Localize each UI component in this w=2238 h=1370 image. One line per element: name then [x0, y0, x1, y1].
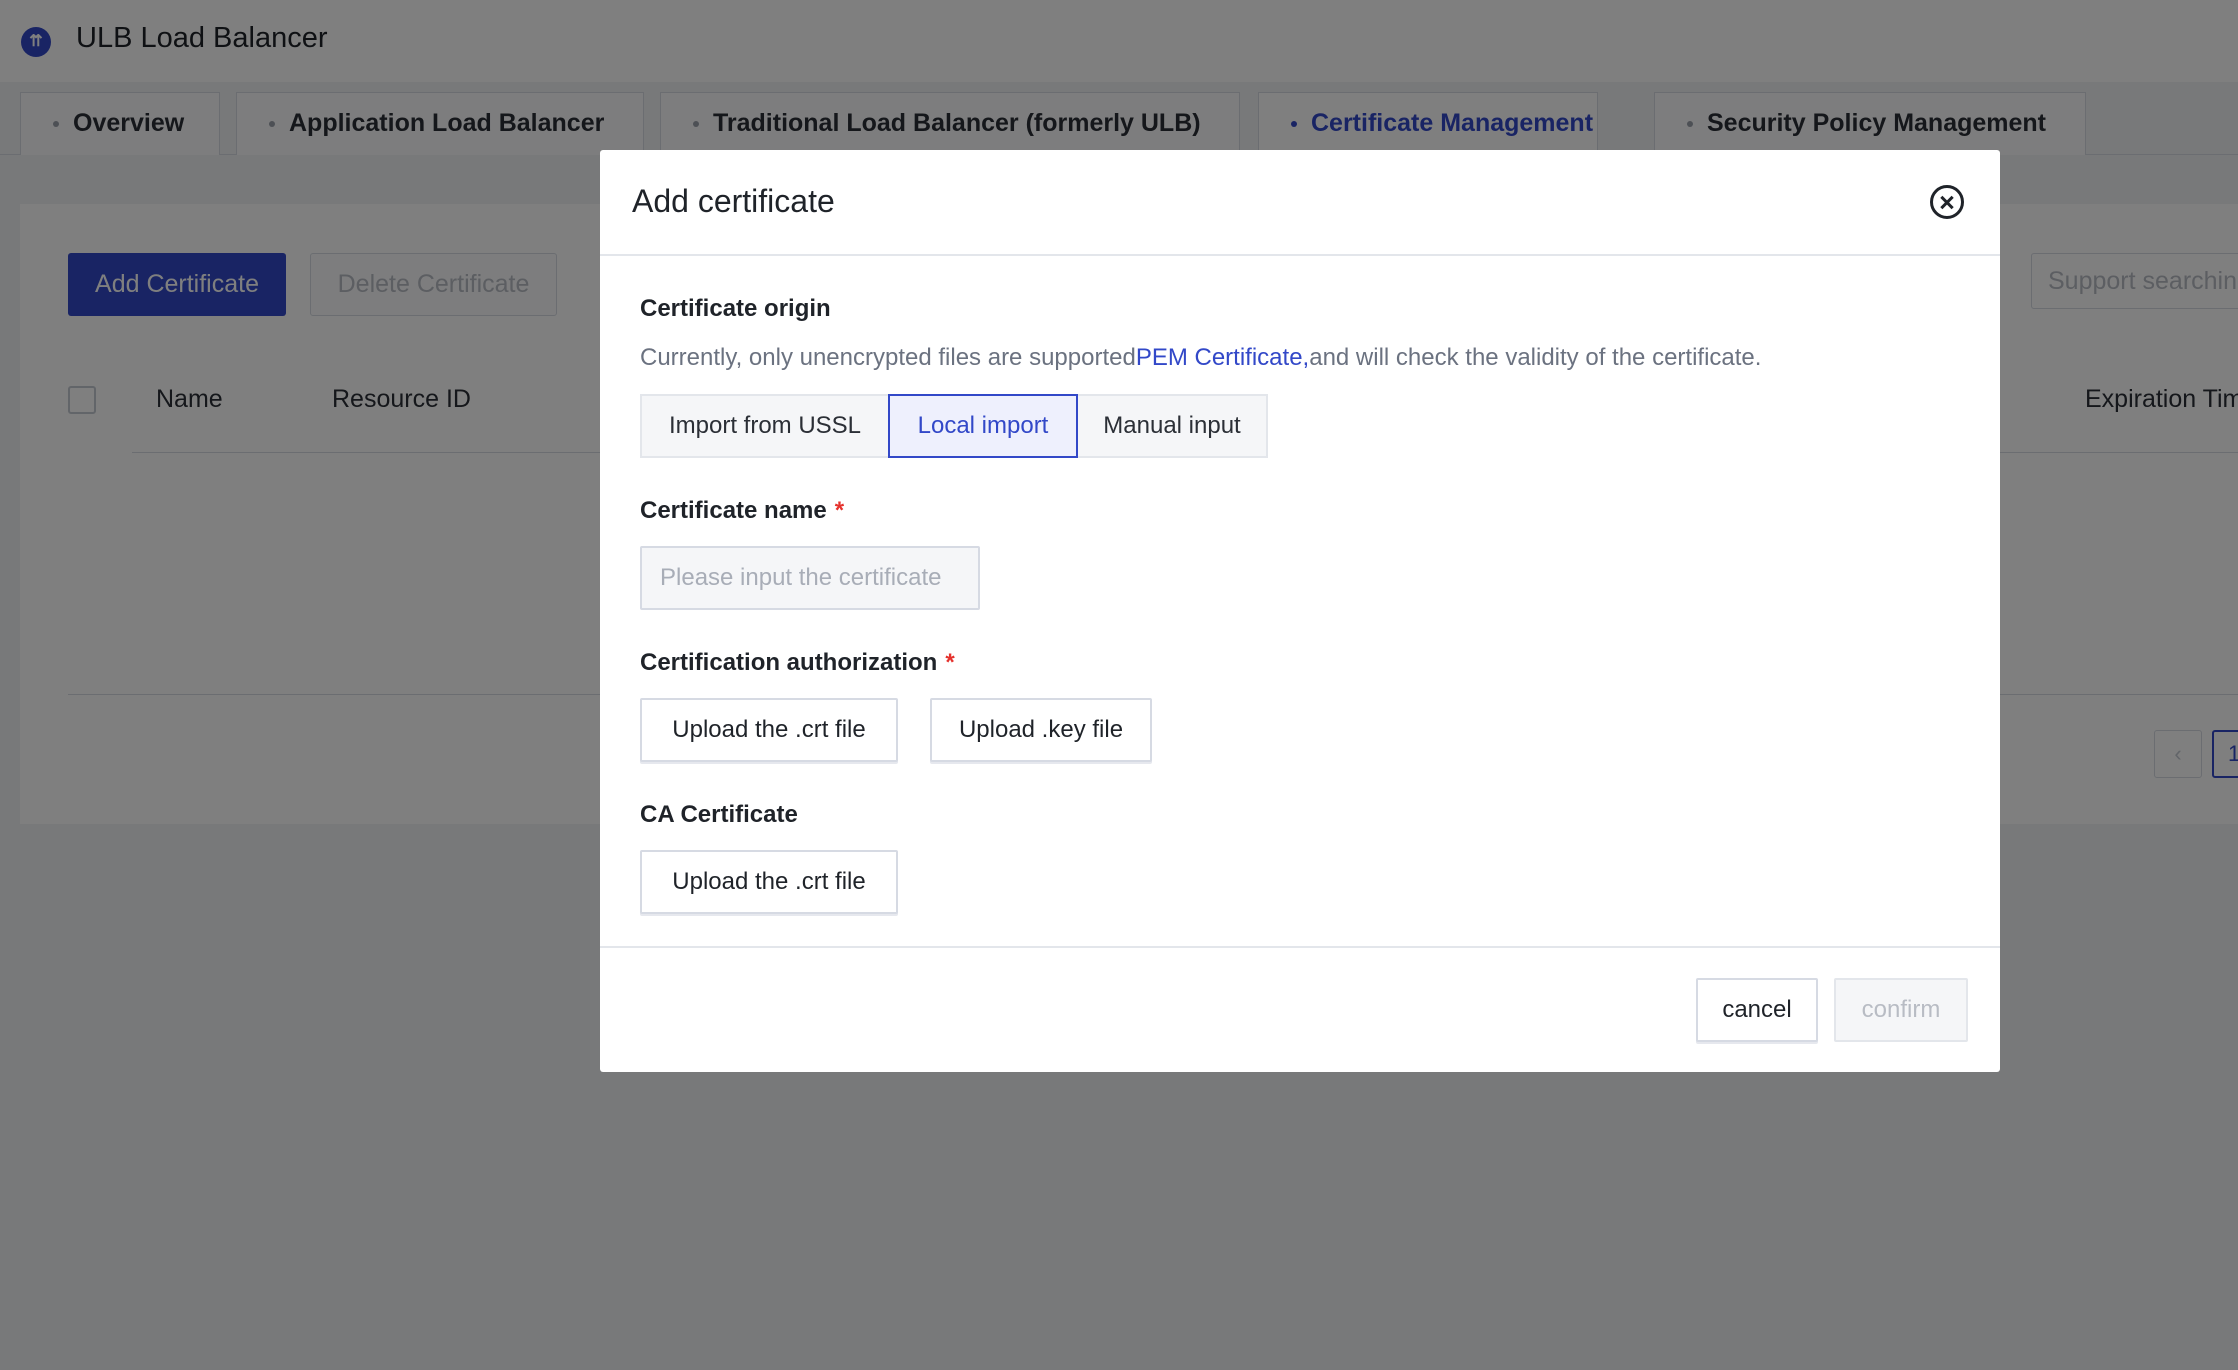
dialog-title: Add certificate	[632, 183, 835, 219]
certification-authorization-label: Certification authorization *	[640, 649, 955, 677]
certificate-origin-label: Certificate origin	[640, 295, 831, 322]
certificate-name-label: Certificate name *	[640, 497, 844, 525]
add-certificate-dialog: Add certificate Certificate origin Curre…	[600, 150, 2000, 1072]
origin-option-local-import[interactable]: Local import	[888, 394, 1078, 458]
dialog-header-divider	[600, 254, 2000, 256]
close-icon[interactable]	[1930, 185, 1964, 219]
certificate-name-label-text: Certificate name	[640, 497, 827, 524]
help-text-suffix: and will check the validity of the certi…	[1309, 344, 1762, 371]
required-mark: *	[945, 649, 955, 676]
confirm-button[interactable]: confirm	[1834, 978, 1968, 1042]
certificate-origin-help: Currently, only unencrypted files are su…	[640, 344, 1761, 372]
certification-authorization-label-text: Certification authorization	[640, 649, 938, 676]
required-mark: *	[834, 497, 845, 524]
upload-key-button[interactable]: Upload .key file	[930, 698, 1152, 762]
origin-option-import-from-ussl[interactable]: Import from USSL	[640, 394, 890, 458]
origin-option-manual-input[interactable]: Manual input	[1076, 394, 1268, 458]
ca-certificate-label: CA Certificate	[640, 801, 798, 828]
dialog-footer-divider	[600, 946, 2000, 948]
upload-crt-button[interactable]: Upload the .crt file	[640, 698, 898, 762]
certificate-name-input[interactable]: Please input the certificate	[640, 546, 980, 610]
help-text-prefix: Currently, only unencrypted files are su…	[640, 344, 1136, 371]
upload-ca-crt-button[interactable]: Upload the .crt file	[640, 850, 898, 914]
pem-certificate-link[interactable]: PEM Certificate,	[1136, 344, 1309, 371]
cancel-button[interactable]: cancel	[1696, 978, 1818, 1042]
